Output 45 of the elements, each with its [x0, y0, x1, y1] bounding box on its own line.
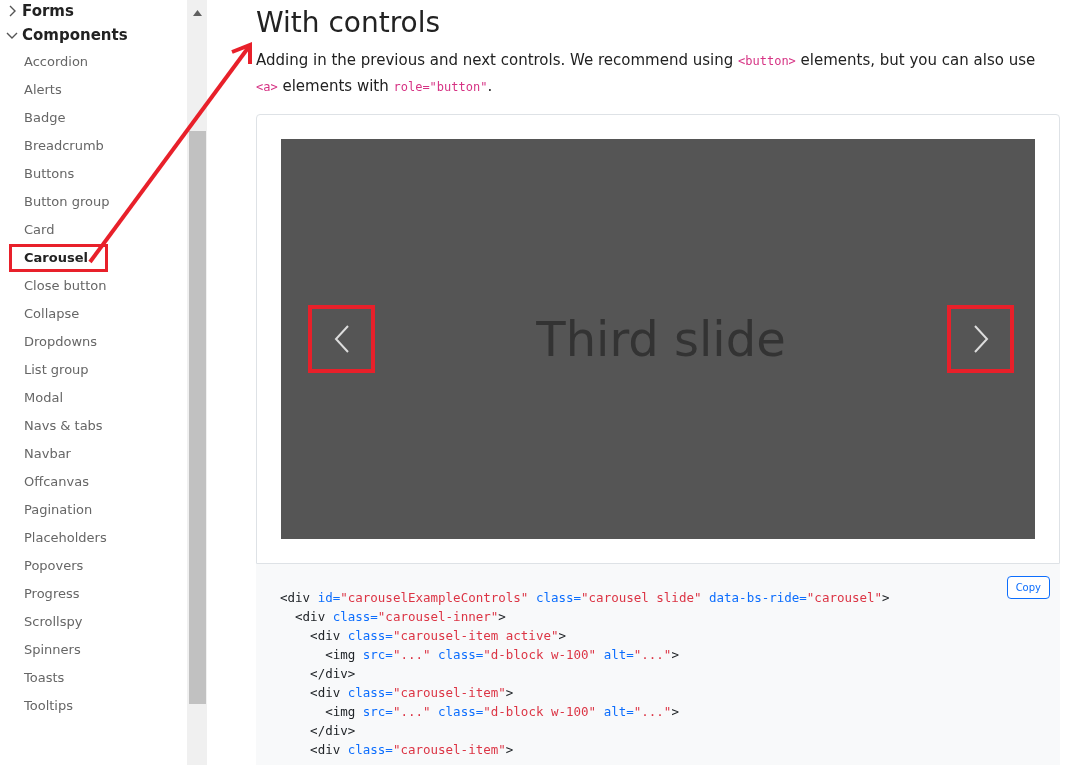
sidebar-item[interactable]: Badge [6, 104, 66, 132]
chevron-left-icon [332, 324, 351, 354]
sidebar-item[interactable]: Carousel [9, 244, 108, 272]
section-heading: With controls [256, 6, 442, 40]
sidebar-item[interactable]: Scrollspy [6, 608, 83, 636]
code-line: <img src="..." class="d-block w-100" alt="..."> [324, 646, 679, 664]
sidebar-item[interactable]: Navbar [6, 440, 71, 468]
sidebar-item[interactable]: Buttons [6, 160, 75, 188]
code-line: <div class="carousel-item"> [309, 741, 514, 759]
code-line: <div id="carouselExampleControls" class="carousel slide" data-bs-ride="carousel"> [280, 589, 890, 607]
sidebar-item[interactable]: Pagination [6, 496, 93, 524]
code-line: <div class="carousel-inner"> [294, 608, 506, 626]
previous-button[interactable] [308, 305, 375, 373]
code-line: </div> [309, 665, 356, 683]
sidebar-section[interactable]: Components [22, 26, 128, 44]
code-line: </div> [309, 722, 356, 740]
sidebar-item[interactable]: Tooltips [6, 692, 73, 720]
sidebar-item[interactable]: Toasts [6, 664, 65, 692]
sidebar-item[interactable]: Modal [6, 384, 63, 412]
scroll-up-icon[interactable] [192, 10, 202, 16]
code-line: <div class="carousel-item"> [309, 684, 514, 702]
sidebar-item[interactable]: Navs & tabs [6, 412, 103, 440]
sidebar-item[interactable]: Button group [6, 188, 110, 216]
next-button[interactable] [947, 305, 1014, 373]
section-description: Adding in the previous and next controls. We recommend using <button> elements, but you can also use <a> elements with role="button". [256, 50, 1037, 97]
chevron-right-icon [971, 324, 990, 354]
sidebar-item[interactable]: Accordion [6, 48, 89, 76]
sidebar-item[interactable]: Card [6, 216, 55, 244]
sidebar-item[interactable]: Spinners [6, 636, 81, 664]
scrollbar-thumb[interactable] [188, 131, 206, 704]
code-line: <img src="..." class="d-block w-100" alt="..."> [324, 703, 679, 721]
sidebar-item[interactable]: Alerts [6, 76, 62, 104]
sidebar-item[interactable]: Progress [6, 580, 80, 608]
copy-button[interactable]: Copy [1006, 576, 1050, 599]
code-line: <div class="carousel-item active"> [309, 627, 566, 645]
sidebar-item[interactable]: Collapse [6, 300, 80, 328]
sidebar-item[interactable]: Breadcrumb [6, 132, 104, 160]
sidebar-section[interactable]: Forms [22, 2, 74, 20]
sidebar-item[interactable]: List group [6, 356, 89, 384]
sidebar-item[interactable]: Close button [6, 272, 107, 300]
scrollbar[interactable] [187, 0, 207, 765]
sidebar-item[interactable]: Placeholders [6, 524, 107, 552]
sidebar-item[interactable]: Popovers [6, 552, 84, 580]
sidebar-item[interactable]: Dropdowns [6, 328, 98, 356]
sidebar-item[interactable]: Offcanvas [6, 468, 89, 496]
